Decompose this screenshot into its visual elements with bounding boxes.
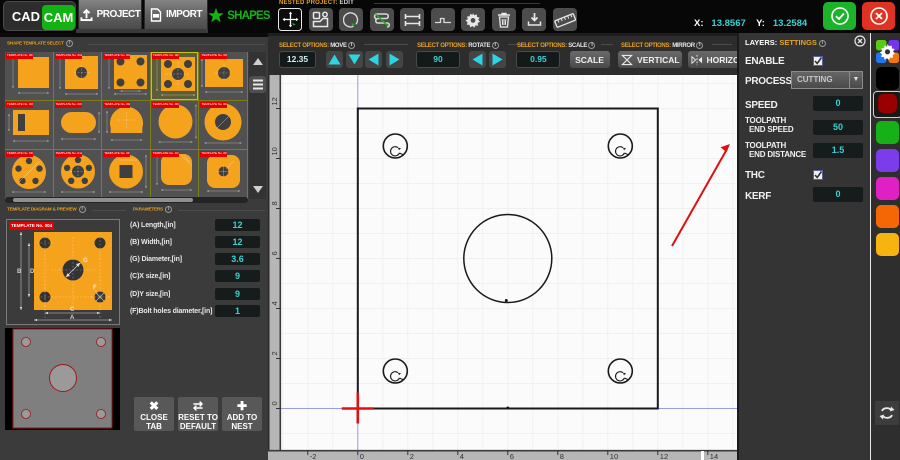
svg-text:12: 12 (660, 452, 668, 460)
svg-text:6: 6 (270, 251, 279, 255)
svg-text:0: 0 (270, 401, 279, 405)
svg-text:4: 4 (270, 301, 279, 305)
svg-text:6: 6 (510, 452, 514, 460)
svg-text:2: 2 (410, 452, 414, 460)
svg-text:2: 2 (270, 351, 279, 355)
svg-text:D: D (30, 269, 35, 275)
svg-text:G: G (83, 258, 88, 264)
svg-text:-2: -2 (310, 452, 317, 460)
svg-text:14: 14 (710, 452, 718, 460)
svg-text:12: 12 (270, 97, 279, 105)
svg-text:B: B (17, 269, 22, 275)
svg-text:C: C (70, 307, 75, 313)
svg-text:4: 4 (460, 452, 464, 460)
svg-text:10: 10 (610, 452, 618, 460)
svg-text:8: 8 (560, 452, 564, 460)
svg-text:0: 0 (360, 452, 364, 460)
svg-text:8: 8 (270, 201, 279, 205)
svg-text:A: A (70, 315, 75, 321)
svg-text:10: 10 (270, 147, 279, 155)
